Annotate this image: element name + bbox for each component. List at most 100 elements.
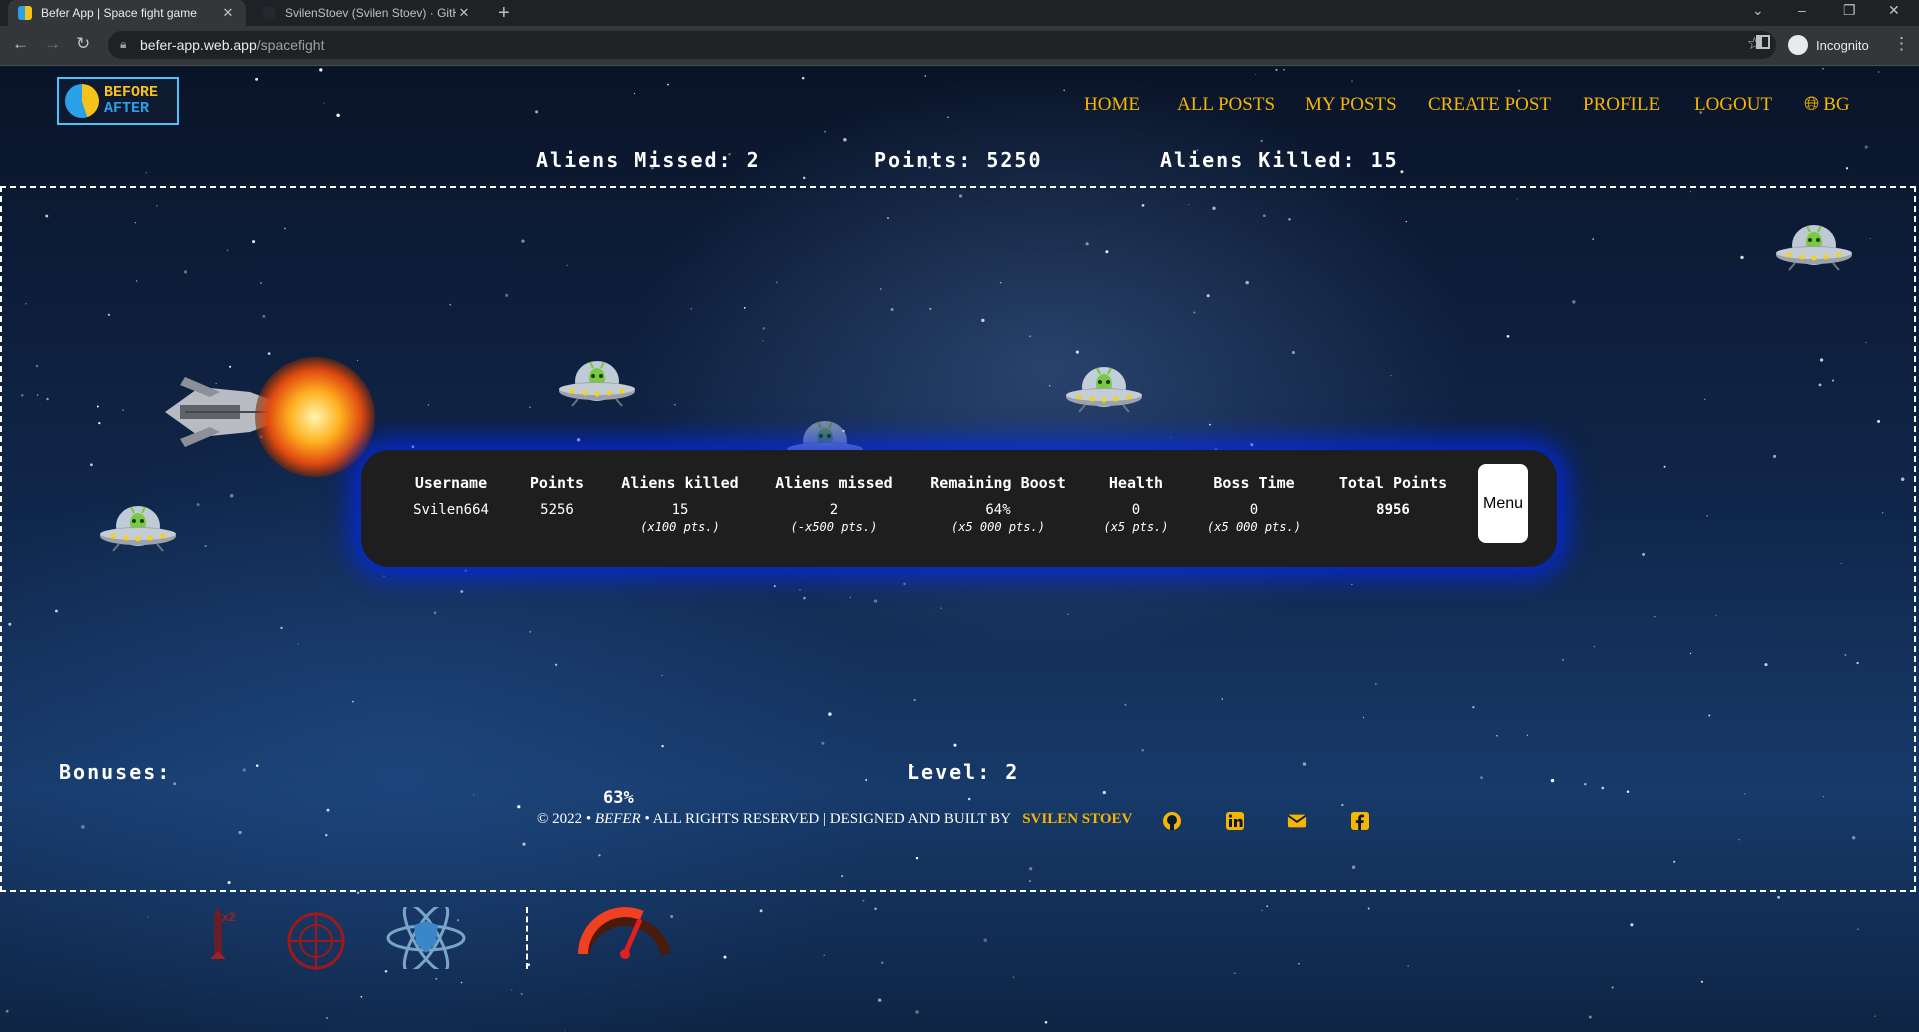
star [1266, 905, 1268, 907]
star [1777, 895, 1781, 899]
score-col-multiplier: (x5 000 pts.) [951, 520, 1045, 534]
atom-shield-bonus-icon [386, 907, 466, 969]
star [1517, 89, 1521, 92]
star [1864, 145, 1868, 149]
language-switch[interactable]: 🌐︎ BG [1804, 94, 1850, 116]
score-col-value: 15 [671, 502, 689, 518]
nav-home[interactable]: HOME [1084, 94, 1140, 116]
address-bar[interactable]: 🔒︎ befer-app.web.app/spacefight ☆ [108, 31, 1776, 59]
star [1700, 980, 1703, 983]
linkedin-icon[interactable] [1225, 811, 1245, 831]
score-col-multiplier: (x5 000 pts.) [1207, 520, 1301, 534]
score-col-multiplier: (x100 pts.) [640, 520, 720, 534]
url-path: /spacefight [256, 37, 325, 53]
boost-gauge [578, 907, 671, 959]
footer-copyright: © 2022 • [537, 811, 592, 827]
tab-title: Befer App | Space fight game [41, 6, 197, 20]
alien-ufo[interactable] [1065, 357, 1143, 413]
main-nav: HOME [1084, 94, 1140, 116]
star [723, 955, 727, 959]
star [1012, 976, 1015, 978]
star [924, 75, 927, 77]
alien-ufo[interactable] [1775, 215, 1853, 271]
footer-text: © 2022 • BEFER • ALL RIGHTS RESERVED | D… [537, 811, 1132, 828]
star [862, 899, 865, 902]
email-icon[interactable] [1287, 811, 1307, 831]
star [535, 110, 539, 114]
incognito-indicator[interactable]: Incognito [1788, 31, 1869, 59]
nav-profile[interactable]: PROFILE [1583, 94, 1660, 116]
star [255, 77, 259, 81]
github-icon[interactable] [1162, 811, 1182, 831]
star [1588, 1015, 1592, 1019]
restore-icon[interactable]: ❐ [1843, 2, 1856, 19]
star [325, 1017, 329, 1020]
score-col-value: 2 [829, 502, 839, 518]
star [801, 76, 805, 80]
score-col-multiplier: (x5 pts.) [1103, 520, 1169, 534]
bottom-bar-divider [526, 907, 528, 969]
crosshair-bonus-icon [287, 912, 345, 970]
lock-icon[interactable]: 🔒︎ [120, 37, 126, 52]
incognito-label: Incognito [1816, 37, 1869, 53]
tab-search-chevron-icon[interactable]: ⌄ [1752, 2, 1764, 19]
score-col-remaining-boost: Remaining Boost 64% (x5 000 pts.) [930, 474, 1065, 534]
language-label: BG [1823, 94, 1850, 115]
bonuses-label: Bonuses: [59, 760, 172, 784]
facebook-icon[interactable] [1350, 811, 1370, 831]
star [336, 113, 340, 118]
star [759, 909, 763, 913]
new-tab-icon[interactable]: + [498, 2, 510, 25]
score-col-multiplier: (-x500 pts.) [790, 520, 878, 534]
star [1063, 89, 1066, 92]
menu-button[interactable]: Menu [1478, 464, 1528, 543]
hud-aliens-killed: Aliens Killed: 15 [1160, 148, 1399, 172]
star [1260, 139, 1263, 143]
tab-close-icon[interactable]: ✕ [456, 5, 472, 21]
score-col-header: Username [414, 474, 488, 492]
browser-menu-icon[interactable]: ⋮ [1893, 34, 1910, 54]
star [319, 68, 323, 72]
star [520, 992, 523, 995]
star [564, 1030, 566, 1032]
nav-my-posts[interactable]: MY POSTS [1305, 94, 1397, 116]
star [323, 102, 325, 104]
star [880, 961, 884, 965]
minimize-icon[interactable]: – [1798, 2, 1806, 18]
star [511, 989, 513, 991]
score-col-value: 0 [1249, 502, 1259, 518]
nav-create-post[interactable]: CREATE POST [1428, 94, 1551, 116]
star [1845, 167, 1849, 170]
hud-aliens-missed: Aliens Missed: 2 [536, 148, 761, 172]
footer-author-link[interactable]: SVILEN STOEV [1022, 811, 1132, 827]
globe-icon: 🌐︎ [1804, 94, 1820, 115]
tab-close-icon[interactable]: ✕ [220, 5, 236, 21]
star [147, 916, 149, 918]
score-col-value: 0 [1131, 502, 1141, 518]
alien-ufo[interactable] [558, 351, 636, 407]
star [843, 138, 847, 142]
browser-toolbar: ← → ↻ 🔒︎ befer-app.web.app/spacefight ☆ … [0, 26, 1919, 66]
star [667, 83, 669, 86]
score-col-value: 8956 [1376, 502, 1410, 518]
reload-icon[interactable]: ↻ [76, 34, 90, 54]
tab-github[interactable]: SvilenStoev (Svilen Stoev) · GitHub ✕ [252, 0, 482, 26]
window-close-icon[interactable]: ✕ [1888, 2, 1900, 19]
star [1878, 71, 1880, 73]
tab-befer-app[interactable]: Befer App | Space fight game ✕ [8, 0, 246, 26]
star [435, 977, 438, 980]
forward-icon[interactable]: → [44, 34, 61, 54]
side-panel-icon[interactable] [1756, 35, 1770, 49]
logo-line1: BEFORE [104, 84, 159, 101]
back-icon[interactable]: ← [12, 34, 29, 54]
star [824, 131, 826, 133]
explosion-effect [255, 357, 375, 477]
alien-ufo[interactable] [99, 496, 177, 552]
befer-logo[interactable]: BEFORE AFTER [57, 77, 179, 125]
star [5, 1009, 9, 1013]
nav-all-posts[interactable]: ALL POSTS [1177, 94, 1275, 116]
star [1261, 909, 1263, 912]
star [878, 998, 882, 1002]
logo-arrows-icon [65, 84, 99, 118]
nav-logout[interactable]: LOGOUT [1694, 94, 1772, 116]
